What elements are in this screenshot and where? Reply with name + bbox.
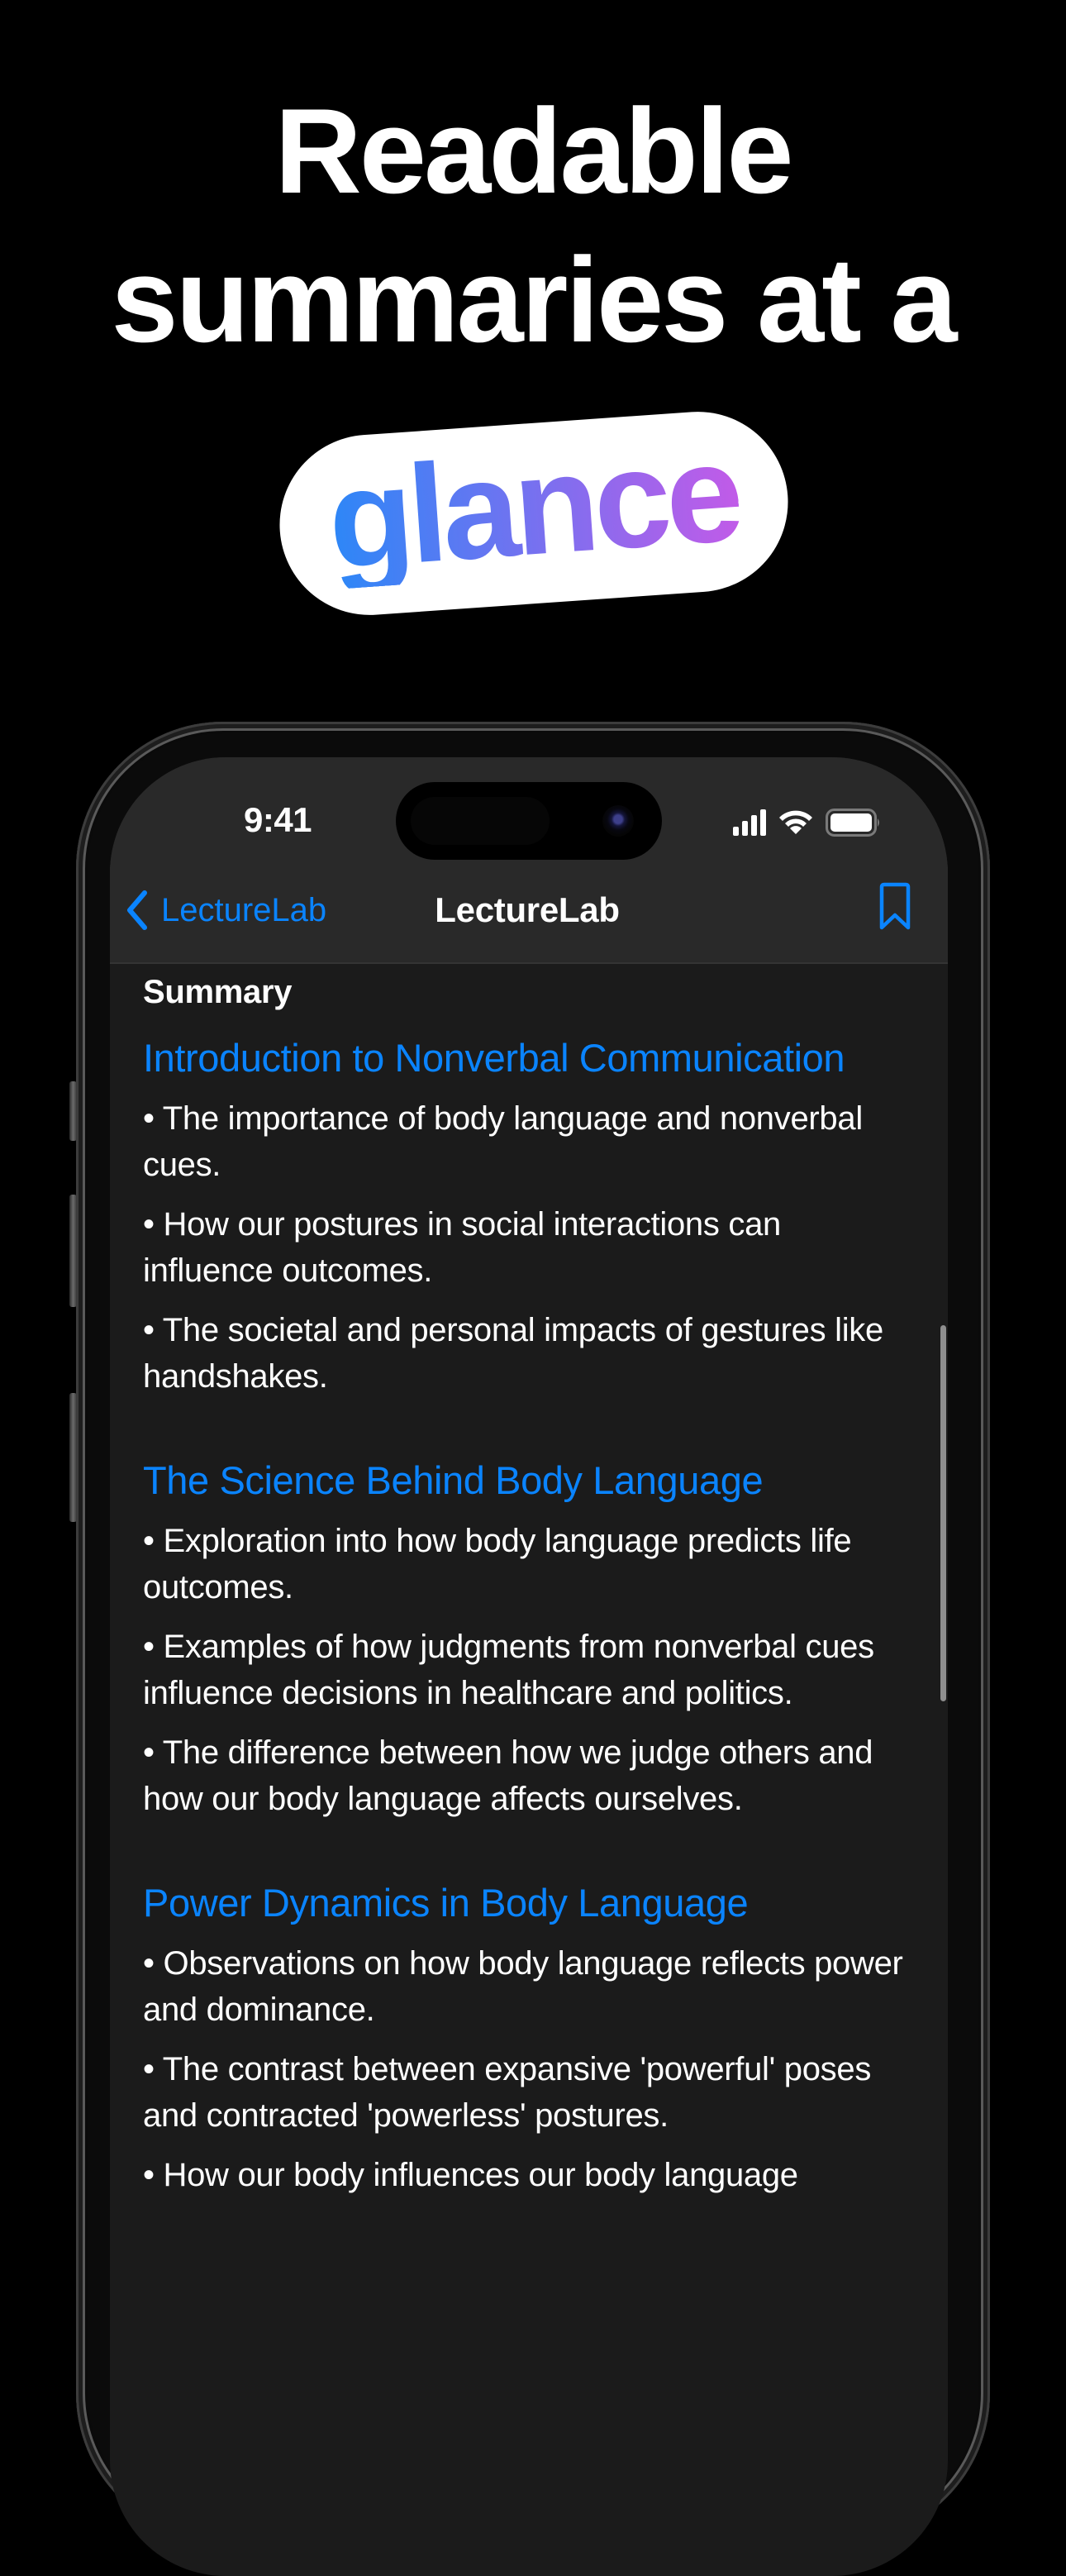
- battery-icon: [826, 809, 882, 837]
- section-title: Power Dynamics in Body Language: [143, 1881, 749, 1925]
- phone-screen: 9:41 LectureLab LectureLab Summary Intro…: [110, 757, 948, 2576]
- front-camera-icon: [602, 805, 634, 837]
- dynamic-island: [396, 782, 662, 860]
- summary-title: Summary: [143, 974, 293, 1010]
- headline-line-2: summaries at a: [111, 232, 957, 367]
- island-sensor: [411, 797, 550, 845]
- bullet-item: • The importance of body language and no…: [143, 1100, 863, 1183]
- bullet-item: • How our body influences our body langu…: [143, 2157, 798, 2193]
- summary-section: Introduction to Nonverbal Communication …: [143, 1032, 903, 1400]
- section-title: The Science Behind Body Language: [143, 1458, 764, 1502]
- headline-line-1: Readable: [274, 83, 793, 218]
- highlight-word: glance: [323, 413, 744, 599]
- bookmark-button[interactable]: [878, 881, 911, 937]
- status-icons: [733, 809, 882, 837]
- bullet-item: • Exploration into how body language pre…: [143, 1523, 852, 1605]
- highlight-pill: glance: [274, 405, 794, 622]
- summary-section: The Science Behind Body Language • Explo…: [143, 1454, 903, 1822]
- bullet-item: • The difference between how we judge ot…: [143, 1734, 873, 1817]
- bullet-item: • Observations on how body language refl…: [143, 1945, 903, 2028]
- scrollbar[interactable]: [940, 1325, 946, 1701]
- bullet-item: • The societal and personal impacts of g…: [143, 1312, 883, 1395]
- page-title: LectureLab: [110, 890, 948, 930]
- navigation-bar: LectureLab LectureLab: [110, 865, 948, 964]
- wifi-icon: [778, 809, 814, 836]
- bullet-item: • Examples of how judgments from nonverb…: [143, 1629, 874, 1711]
- summary-content: Summary Introduction to Nonverbal Commun…: [143, 972, 903, 2253]
- section-title: Introduction to Nonverbal Communication: [143, 1036, 845, 1080]
- status-time: 9:41: [243, 800, 312, 839]
- bullet-item: • The contrast between expansive 'powerf…: [143, 2051, 872, 2134]
- cellular-signal-icon: [733, 809, 766, 836]
- bookmark-icon: [879, 882, 911, 930]
- summary-section: Power Dynamics in Body Language • Observ…: [143, 1877, 903, 2198]
- nav-title-text: LectureLab: [435, 890, 620, 929]
- bullet-item: • How our postures in social interaction…: [143, 1206, 781, 1289]
